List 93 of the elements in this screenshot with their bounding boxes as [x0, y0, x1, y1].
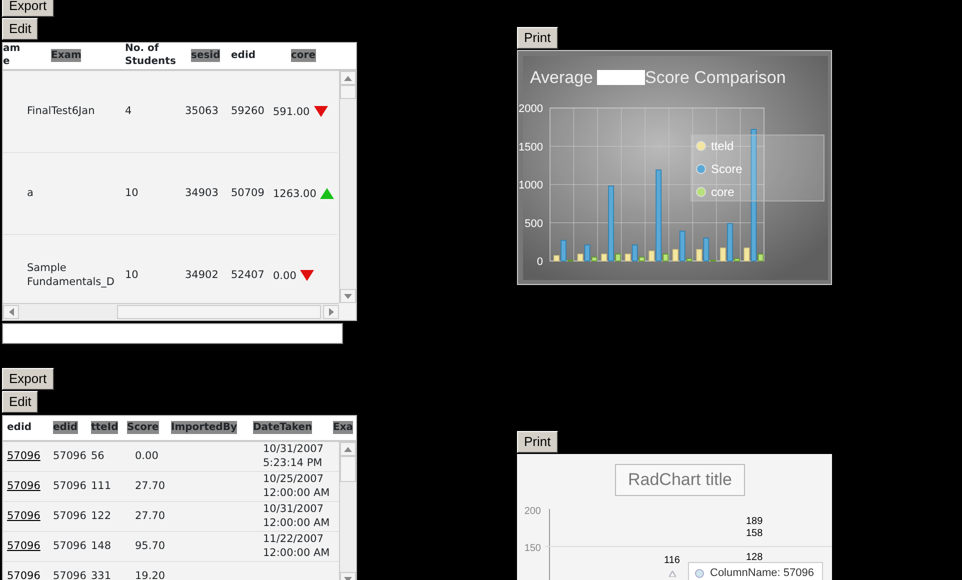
edit-button[interactable]: Edit [2, 391, 38, 413]
table-cell: 57096 [53, 448, 86, 463]
horizontal-scrollbar[interactable] [3, 303, 339, 319]
edit-button[interactable]: Edit [2, 18, 38, 40]
column-header[interactable]: ImportedBy [171, 421, 237, 434]
data-label: 116 [664, 555, 680, 566]
export-button[interactable]: Export [2, 0, 54, 17]
up-arrow-icon [344, 446, 352, 452]
table-cell: 0.00 [135, 448, 158, 463]
table-cell: a [27, 186, 34, 200]
table-cell: 57096 [53, 568, 86, 580]
scroll-thumb[interactable] [117, 304, 321, 318]
table-cell: 10 [125, 268, 138, 282]
y-axis-label: 500 [524, 218, 543, 230]
table-cell: 1263.00 [273, 186, 316, 200]
table-cell: 59260 [231, 104, 264, 118]
column-header[interactable]: Exam [51, 49, 82, 62]
data-label: 128 [746, 552, 763, 563]
chart-title: Score Comparison [645, 67, 786, 89]
legend-label: tteld [711, 139, 734, 153]
chart-title: Average [530, 67, 594, 89]
table-cell: 19.20 [135, 568, 166, 580]
table-cell: 0.00 [273, 268, 296, 282]
tooltip-text: ColumnName: 57096 [710, 566, 814, 580]
data-label: 189 [746, 516, 763, 527]
scroll-thumb[interactable] [340, 456, 356, 482]
column-header[interactable]: edid [231, 49, 256, 62]
column-header[interactable]: tteId [91, 421, 118, 434]
right-arrow-icon [328, 308, 334, 316]
column-header[interactable]: DateTaken [253, 421, 312, 434]
down-arrow-icon [344, 294, 352, 298]
filter-field[interactable] [2, 323, 343, 344]
table-cell: 111 [91, 478, 112, 493]
table-cell: 57096 [53, 478, 86, 493]
down-arrow-icon [344, 576, 352, 580]
table-cell: 122 [91, 508, 112, 523]
data-label: 158 [746, 528, 763, 539]
legend-label: core [711, 185, 734, 199]
legend-label: Score [711, 162, 742, 176]
y-axis-label: 1500 [518, 141, 543, 154]
edid-link[interactable]: 57096 [7, 538, 40, 553]
table-cell: 56 [91, 448, 104, 463]
table-cell: 27.70 [135, 508, 166, 523]
table-cell: 148 [91, 538, 112, 553]
table-cell: 95.70 [135, 538, 166, 553]
vertical-scrollbar[interactable] [339, 71, 355, 303]
y-axis-label: 0 [536, 256, 543, 268]
column-header[interactable]: edid [53, 421, 78, 434]
table-cell: 34903 [185, 186, 218, 200]
print-button[interactable]: Print [517, 431, 558, 453]
table-cell: 4 [125, 104, 132, 118]
table-cell: 10/31/2007 5:23:14 PM [263, 442, 324, 470]
legend-marker-icon [695, 568, 704, 578]
triangle-marker-icon [669, 571, 676, 577]
edid-link[interactable]: 57096 [7, 568, 40, 580]
scroll-thumb[interactable] [340, 85, 356, 99]
table-cell: 10/25/2007 12:00:00 AM [263, 472, 330, 500]
export-button[interactable]: Export [2, 368, 54, 390]
column-header[interactable]: sesid [191, 49, 220, 62]
table-cell: FinalTest6Jan [27, 104, 95, 118]
column-header[interactable]: core [291, 49, 316, 62]
y-axis-label: 200 [524, 505, 541, 519]
column-header[interactable]: No. of Students [125, 43, 176, 68]
y-axis-line [549, 509, 550, 580]
up-arrow-icon [344, 76, 352, 80]
y-axis-label: 1000 [518, 180, 543, 192]
y-axis-label: 2000 [518, 103, 543, 115]
edid-link[interactable]: 57096 [7, 478, 40, 493]
table-cell: 52407 [231, 268, 264, 282]
vertical-scrollbar[interactable] [339, 442, 355, 580]
table-cell: 10/31/2007 12:00:00 AM [263, 502, 330, 530]
table-cell: 10 [125, 186, 138, 200]
redaction-mark [597, 70, 646, 86]
column-header[interactable]: Score [127, 421, 159, 434]
table-cell: 34902 [185, 268, 218, 282]
table-cell: 27.70 [135, 478, 166, 493]
y-axis-label: 150 [524, 542, 541, 556]
left-arrow-icon [8, 308, 14, 316]
column-header[interactable]: edid [7, 421, 32, 434]
table-cell: 591.00 [273, 104, 310, 118]
edid-link[interactable]: 57096 [7, 448, 40, 463]
table-cell: 57096 [53, 538, 86, 553]
column-header[interactable]: am e [3, 43, 20, 68]
edid-link[interactable]: 57096 [7, 508, 40, 523]
table-cell: 35063 [185, 104, 218, 118]
table-cell: Sample Fundamentals_D [27, 260, 114, 289]
table-cell: 11/22/2007 12:00:00 AM [263, 532, 330, 560]
table-cell: 331 [91, 568, 112, 580]
table-cell: 57096 [53, 508, 86, 523]
chart-title: RadChart title [615, 464, 745, 496]
print-button[interactable]: Print [517, 27, 558, 49]
column-header[interactable]: Exa [333, 421, 354, 434]
table-cell: 50709 [231, 186, 264, 200]
